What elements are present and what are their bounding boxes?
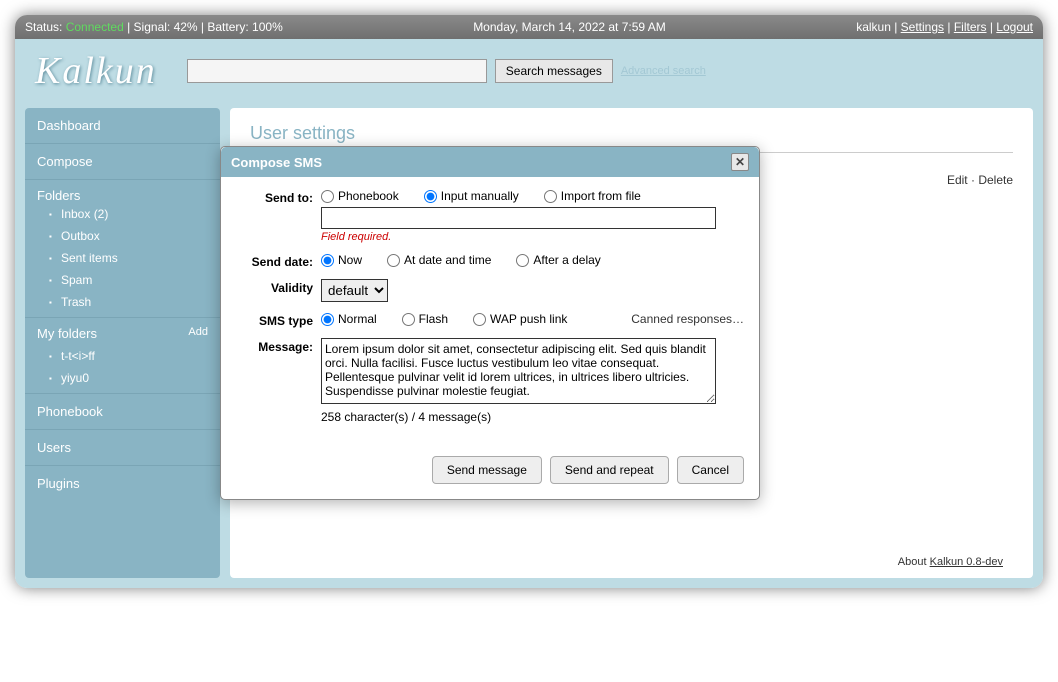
- radio-input-manually[interactable]: Input manually: [424, 189, 519, 203]
- logout-link[interactable]: Logout: [996, 20, 1033, 34]
- cancel-button[interactable]: Cancel: [677, 456, 744, 484]
- radio-import-file[interactable]: Import from file: [544, 189, 641, 203]
- recipient-input[interactable]: [321, 207, 716, 229]
- status-bar: Status: Connected | Signal: 42% | Batter…: [15, 15, 1043, 39]
- sidebar-group-folders: Folders Inbox (2) Outbox Sent items Spam…: [25, 180, 220, 318]
- logo: Kalkun: [35, 49, 157, 93]
- myfolders-title: My folders: [37, 326, 97, 341]
- status-datetime: Monday, March 14, 2022 at 7:59 AM: [473, 20, 666, 34]
- message-textarea[interactable]: Lorem ipsum dolor sit amet, consectetur …: [321, 338, 716, 404]
- sidebar-item-spam[interactable]: Spam: [37, 269, 208, 291]
- advanced-search-link[interactable]: Advanced search: [621, 65, 706, 77]
- search-input[interactable]: [187, 59, 487, 83]
- sidebar-item-inbox[interactable]: Inbox (2): [37, 203, 208, 225]
- radio-phonebook[interactable]: Phonebook: [321, 189, 399, 203]
- status-connected: Connected: [66, 20, 124, 34]
- sidebar-item-trash[interactable]: Trash: [37, 291, 208, 313]
- radio-atdate[interactable]: At date and time: [387, 253, 491, 267]
- close-icon[interactable]: ✕: [731, 153, 749, 171]
- sidebar-item-outbox[interactable]: Outbox: [37, 225, 208, 247]
- sidebar-group-myfolders: My folders Add t-t<i>ff yiyu0: [25, 318, 220, 394]
- delete-link[interactable]: Delete: [978, 173, 1013, 187]
- radio-wap[interactable]: WAP push link: [473, 312, 567, 326]
- status-label: Status:: [25, 20, 62, 34]
- canned-responses-link[interactable]: Canned responses…: [631, 312, 744, 326]
- header: Kalkun Search messages Advanced search: [15, 39, 1043, 108]
- page-title: User settings: [250, 123, 1013, 144]
- character-count: 258 character(s) / 4 message(s): [321, 410, 744, 424]
- compose-sms-dialog: Compose SMS ✕ Send to: Phonebook Input m…: [220, 146, 760, 500]
- dialog-title-text: Compose SMS: [231, 155, 322, 170]
- sidebar-item-plugins[interactable]: Plugins: [25, 466, 220, 501]
- radio-normal[interactable]: Normal: [321, 312, 377, 326]
- sidebar-item-users[interactable]: Users: [25, 430, 220, 466]
- content-area: User settings Edit · Delete Compose SMS …: [230, 108, 1033, 578]
- send-repeat-button[interactable]: Send and repeat: [550, 456, 669, 484]
- field-required-error: Field required.: [321, 231, 744, 243]
- radio-now[interactable]: Now: [321, 253, 362, 267]
- version-link[interactable]: Kalkun 0.8-dev: [930, 556, 1003, 568]
- validity-label: Validity: [236, 279, 321, 295]
- sendto-label: Send to:: [236, 189, 321, 205]
- sidebar-item-compose[interactable]: Compose: [25, 144, 220, 180]
- search-button[interactable]: Search messages: [495, 59, 613, 83]
- folders-title: Folders: [37, 188, 208, 203]
- edit-link[interactable]: Edit: [947, 173, 968, 187]
- send-message-button[interactable]: Send message: [432, 456, 542, 484]
- app-name: kalkun: [856, 20, 891, 34]
- radio-delay[interactable]: After a delay: [516, 253, 600, 267]
- validity-select[interactable]: default: [321, 279, 388, 302]
- sidebar-item-custom2[interactable]: yiyu0: [37, 367, 208, 389]
- status-signal: | Signal: 42% | Battery: 100%: [127, 20, 283, 34]
- sidebar-item-phonebook[interactable]: Phonebook: [25, 394, 220, 430]
- footer: About Kalkun 0.8-dev: [898, 546, 1018, 573]
- message-label: Message:: [236, 338, 321, 354]
- sidebar-item-sent[interactable]: Sent items: [37, 247, 208, 269]
- filters-link[interactable]: Filters: [954, 20, 987, 34]
- sidebar-item-custom1[interactable]: t-t<i>ff: [37, 345, 208, 367]
- radio-flash[interactable]: Flash: [402, 312, 448, 326]
- smstype-label: SMS type: [236, 312, 321, 328]
- add-folder-link[interactable]: Add: [188, 326, 208, 341]
- sidebar-item-dashboard[interactable]: Dashboard: [25, 108, 220, 144]
- senddate-label: Send date:: [236, 253, 321, 269]
- sidebar: Dashboard Compose Folders Inbox (2) Outb…: [25, 108, 220, 578]
- settings-link[interactable]: Settings: [901, 20, 944, 34]
